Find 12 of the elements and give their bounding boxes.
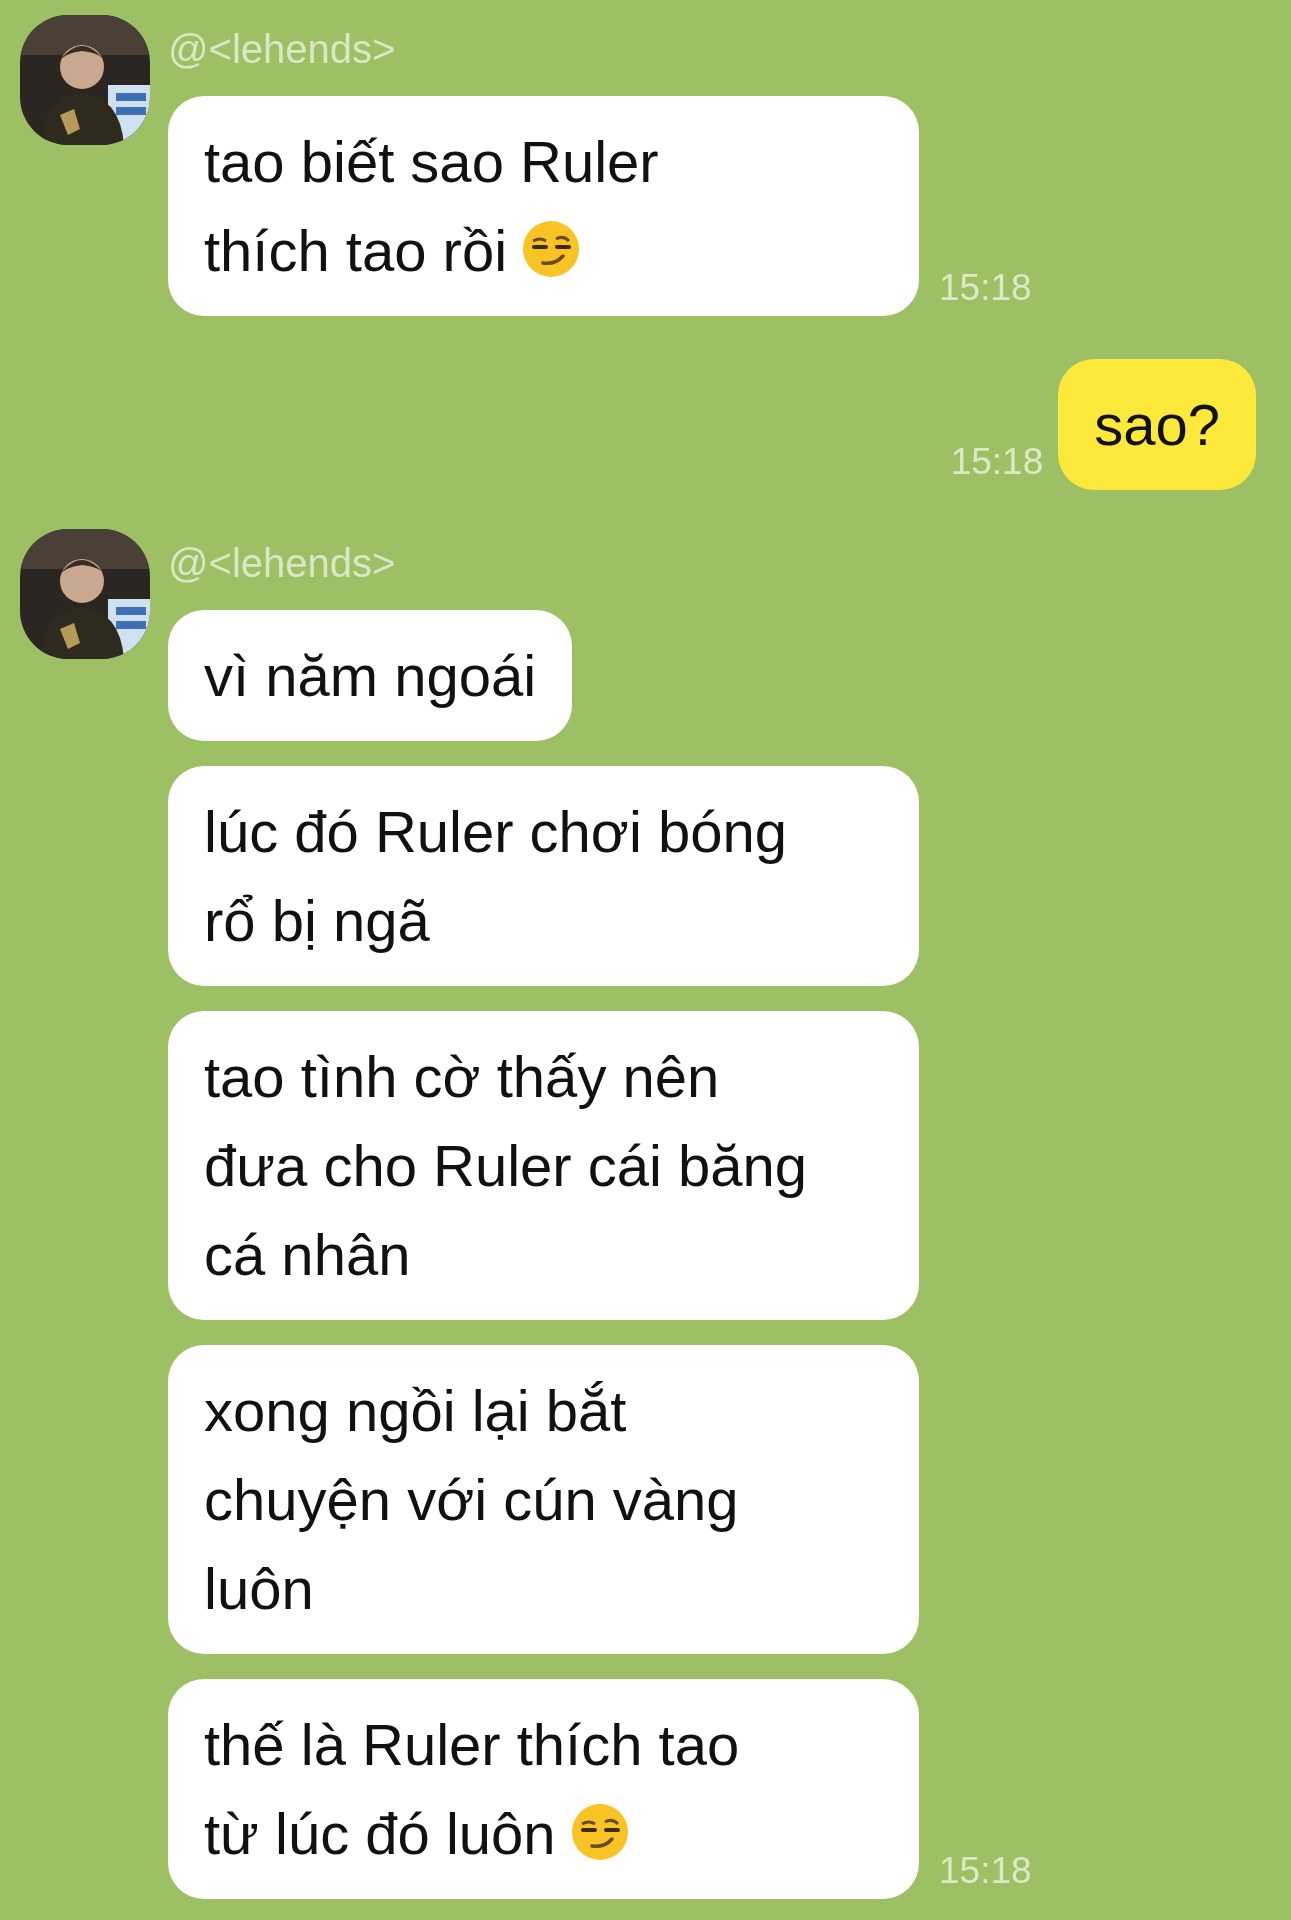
timestamp: 15:18 bbox=[939, 266, 1032, 310]
message-text: thế là Ruler thích tao từ lúc đó luôn bbox=[204, 1711, 741, 1868]
timestamp: 15:18 bbox=[939, 1849, 1032, 1893]
sender-name: @<lehends> bbox=[168, 540, 397, 587]
sender-name: @<lehends> bbox=[168, 26, 397, 73]
timestamp: 15:18 bbox=[950, 440, 1044, 484]
message-text: vì năm ngoái bbox=[204, 642, 537, 710]
message-text: xong ngồi lại bắt chuyện với cún vàng luôn bbox=[204, 1377, 740, 1623]
message-text: tao tình cờ thấy nên đưa cho Ruler cái băng cá nhân bbox=[204, 1043, 809, 1289]
message-text: tao biết sao Ruler thích tao rồi bbox=[204, 128, 660, 285]
message-text: lúc đó Ruler chơi bóng rổ bị ngã bbox=[204, 798, 788, 955]
message-text: sao? bbox=[1094, 391, 1220, 459]
